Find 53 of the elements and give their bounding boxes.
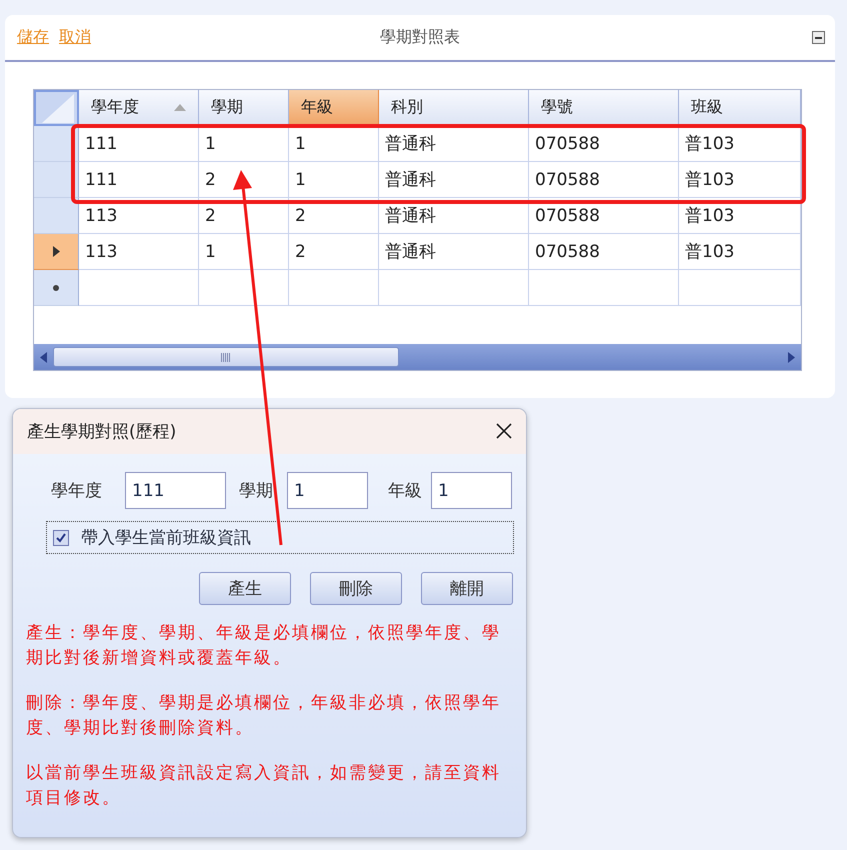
row-header[interactable] <box>34 234 79 270</box>
help-note: 產生：學年度、學期、年級是必填欄位，依照學年度、學期比對後新增資料或覆蓋年級。 <box>26 622 502 670</box>
help-note: 以當前學生班級資訊設定寫入資訊，如需變更，請至資料項目修改。 <box>26 762 502 810</box>
table-cell: 普103 <box>679 198 801 234</box>
sort-up-icon <box>174 104 186 111</box>
table-cell: 1 <box>289 126 379 162</box>
dialog-button[interactable]: 產生 <box>199 572 291 605</box>
dialog-button[interactable]: 離開 <box>421 572 513 605</box>
dialog-title: 產生學期對照(歷程) <box>27 421 176 443</box>
checkbox[interactable] <box>53 530 69 546</box>
table-cell: 2 <box>289 198 379 234</box>
table-cell: 普通科 <box>379 198 529 234</box>
table-cell: 1 <box>289 162 379 198</box>
row-header[interactable] <box>34 162 79 198</box>
collapse-button[interactable] <box>812 31 825 44</box>
column-header[interactable]: 科別 <box>379 90 529 126</box>
field-label: 學期 <box>239 480 274 502</box>
table-cell: 070588 <box>529 162 679 198</box>
select-all-corner[interactable] <box>34 90 79 126</box>
dialog-button[interactable]: 刪除 <box>310 572 402 605</box>
column-header[interactable]: 學年度 <box>79 90 199 126</box>
help-note: 刪除：學年度、學期是必填欄位，年級非必填，依照學年度、學期比對後刪除資料。 <box>26 692 502 740</box>
field-label: 學年度 <box>51 480 103 502</box>
column-header[interactable]: 班級 <box>679 90 801 126</box>
row-header[interactable] <box>34 126 79 162</box>
table-cell: 普通科 <box>379 126 529 162</box>
table-cell: 普103 <box>679 162 801 198</box>
table-cell: 2 <box>199 198 289 234</box>
table-cell: 111 <box>79 126 199 162</box>
table-cell: 普103 <box>679 126 801 162</box>
scroll-right-icon[interactable] <box>788 352 795 362</box>
column-header[interactable]: 年級 <box>289 90 379 126</box>
close-button[interactable] <box>494 422 514 442</box>
minus-icon <box>815 36 822 38</box>
input-field[interactable]: 111 <box>125 472 226 509</box>
checkbox-label: 帶入學生當前班級資訊 <box>81 527 251 549</box>
table-cell: 普通科 <box>379 162 529 198</box>
table-cell: 1 <box>199 126 289 162</box>
horizontal-scrollbar[interactable] <box>34 344 801 370</box>
panel-title: 學期對照表 <box>379 27 461 48</box>
table-cell: 113 <box>79 198 199 234</box>
table-cell: 111 <box>79 162 199 198</box>
column-header[interactable]: 學期 <box>199 90 289 126</box>
column-header[interactable]: 學號 <box>529 90 679 126</box>
table-cell: 070588 <box>529 126 679 162</box>
field-label: 年級 <box>388 480 423 502</box>
table-cell: 070588 <box>529 198 679 234</box>
current-row-icon <box>52 246 60 257</box>
new-row-icon <box>53 284 59 290</box>
scroll-left-icon[interactable] <box>40 352 47 362</box>
input-field[interactable]: 1 <box>287 472 368 509</box>
input-field[interactable]: 1 <box>431 472 512 509</box>
scroll-thumb[interactable] <box>53 347 399 367</box>
